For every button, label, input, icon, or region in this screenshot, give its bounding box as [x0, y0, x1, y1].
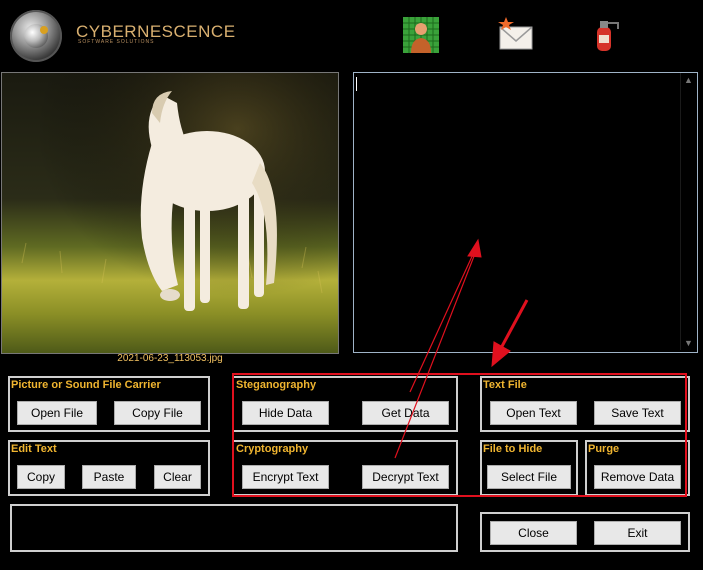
image-caption: 2021-06-23_113053.jpg — [117, 353, 223, 364]
scroll-up-icon[interactable]: ▲ — [684, 75, 693, 85]
scroll-down-icon[interactable]: ▼ — [684, 338, 693, 348]
app-logo — [10, 10, 62, 62]
edit-text-group-title: Edit Text — [11, 443, 57, 455]
user-grid-icon[interactable] — [403, 17, 439, 53]
paste-button[interactable]: Paste — [82, 465, 136, 489]
brand-tagline: SOFTWARE SOLUTIONS — [78, 39, 155, 45]
extinguisher-icon[interactable] — [586, 17, 622, 53]
textarea-scrollbar[interactable]: ▲ ▼ — [680, 73, 697, 350]
copy-button[interactable]: Copy — [17, 465, 65, 489]
carrier-group-title: Picture or Sound File Carrier — [11, 379, 161, 391]
mail-star-icon[interactable] — [497, 17, 533, 53]
copy-file-button[interactable]: Copy File — [114, 401, 201, 425]
open-file-button[interactable]: Open File — [17, 401, 97, 425]
close-button[interactable]: Close — [490, 521, 577, 545]
status-bar — [10, 504, 458, 552]
annotation-highlight-box — [232, 373, 687, 497]
message-textarea[interactable] — [353, 72, 698, 353]
clear-button[interactable]: Clear — [154, 465, 201, 489]
exit-button[interactable]: Exit — [594, 521, 681, 545]
text-caret — [356, 77, 357, 91]
carrier-image — [1, 72, 339, 354]
